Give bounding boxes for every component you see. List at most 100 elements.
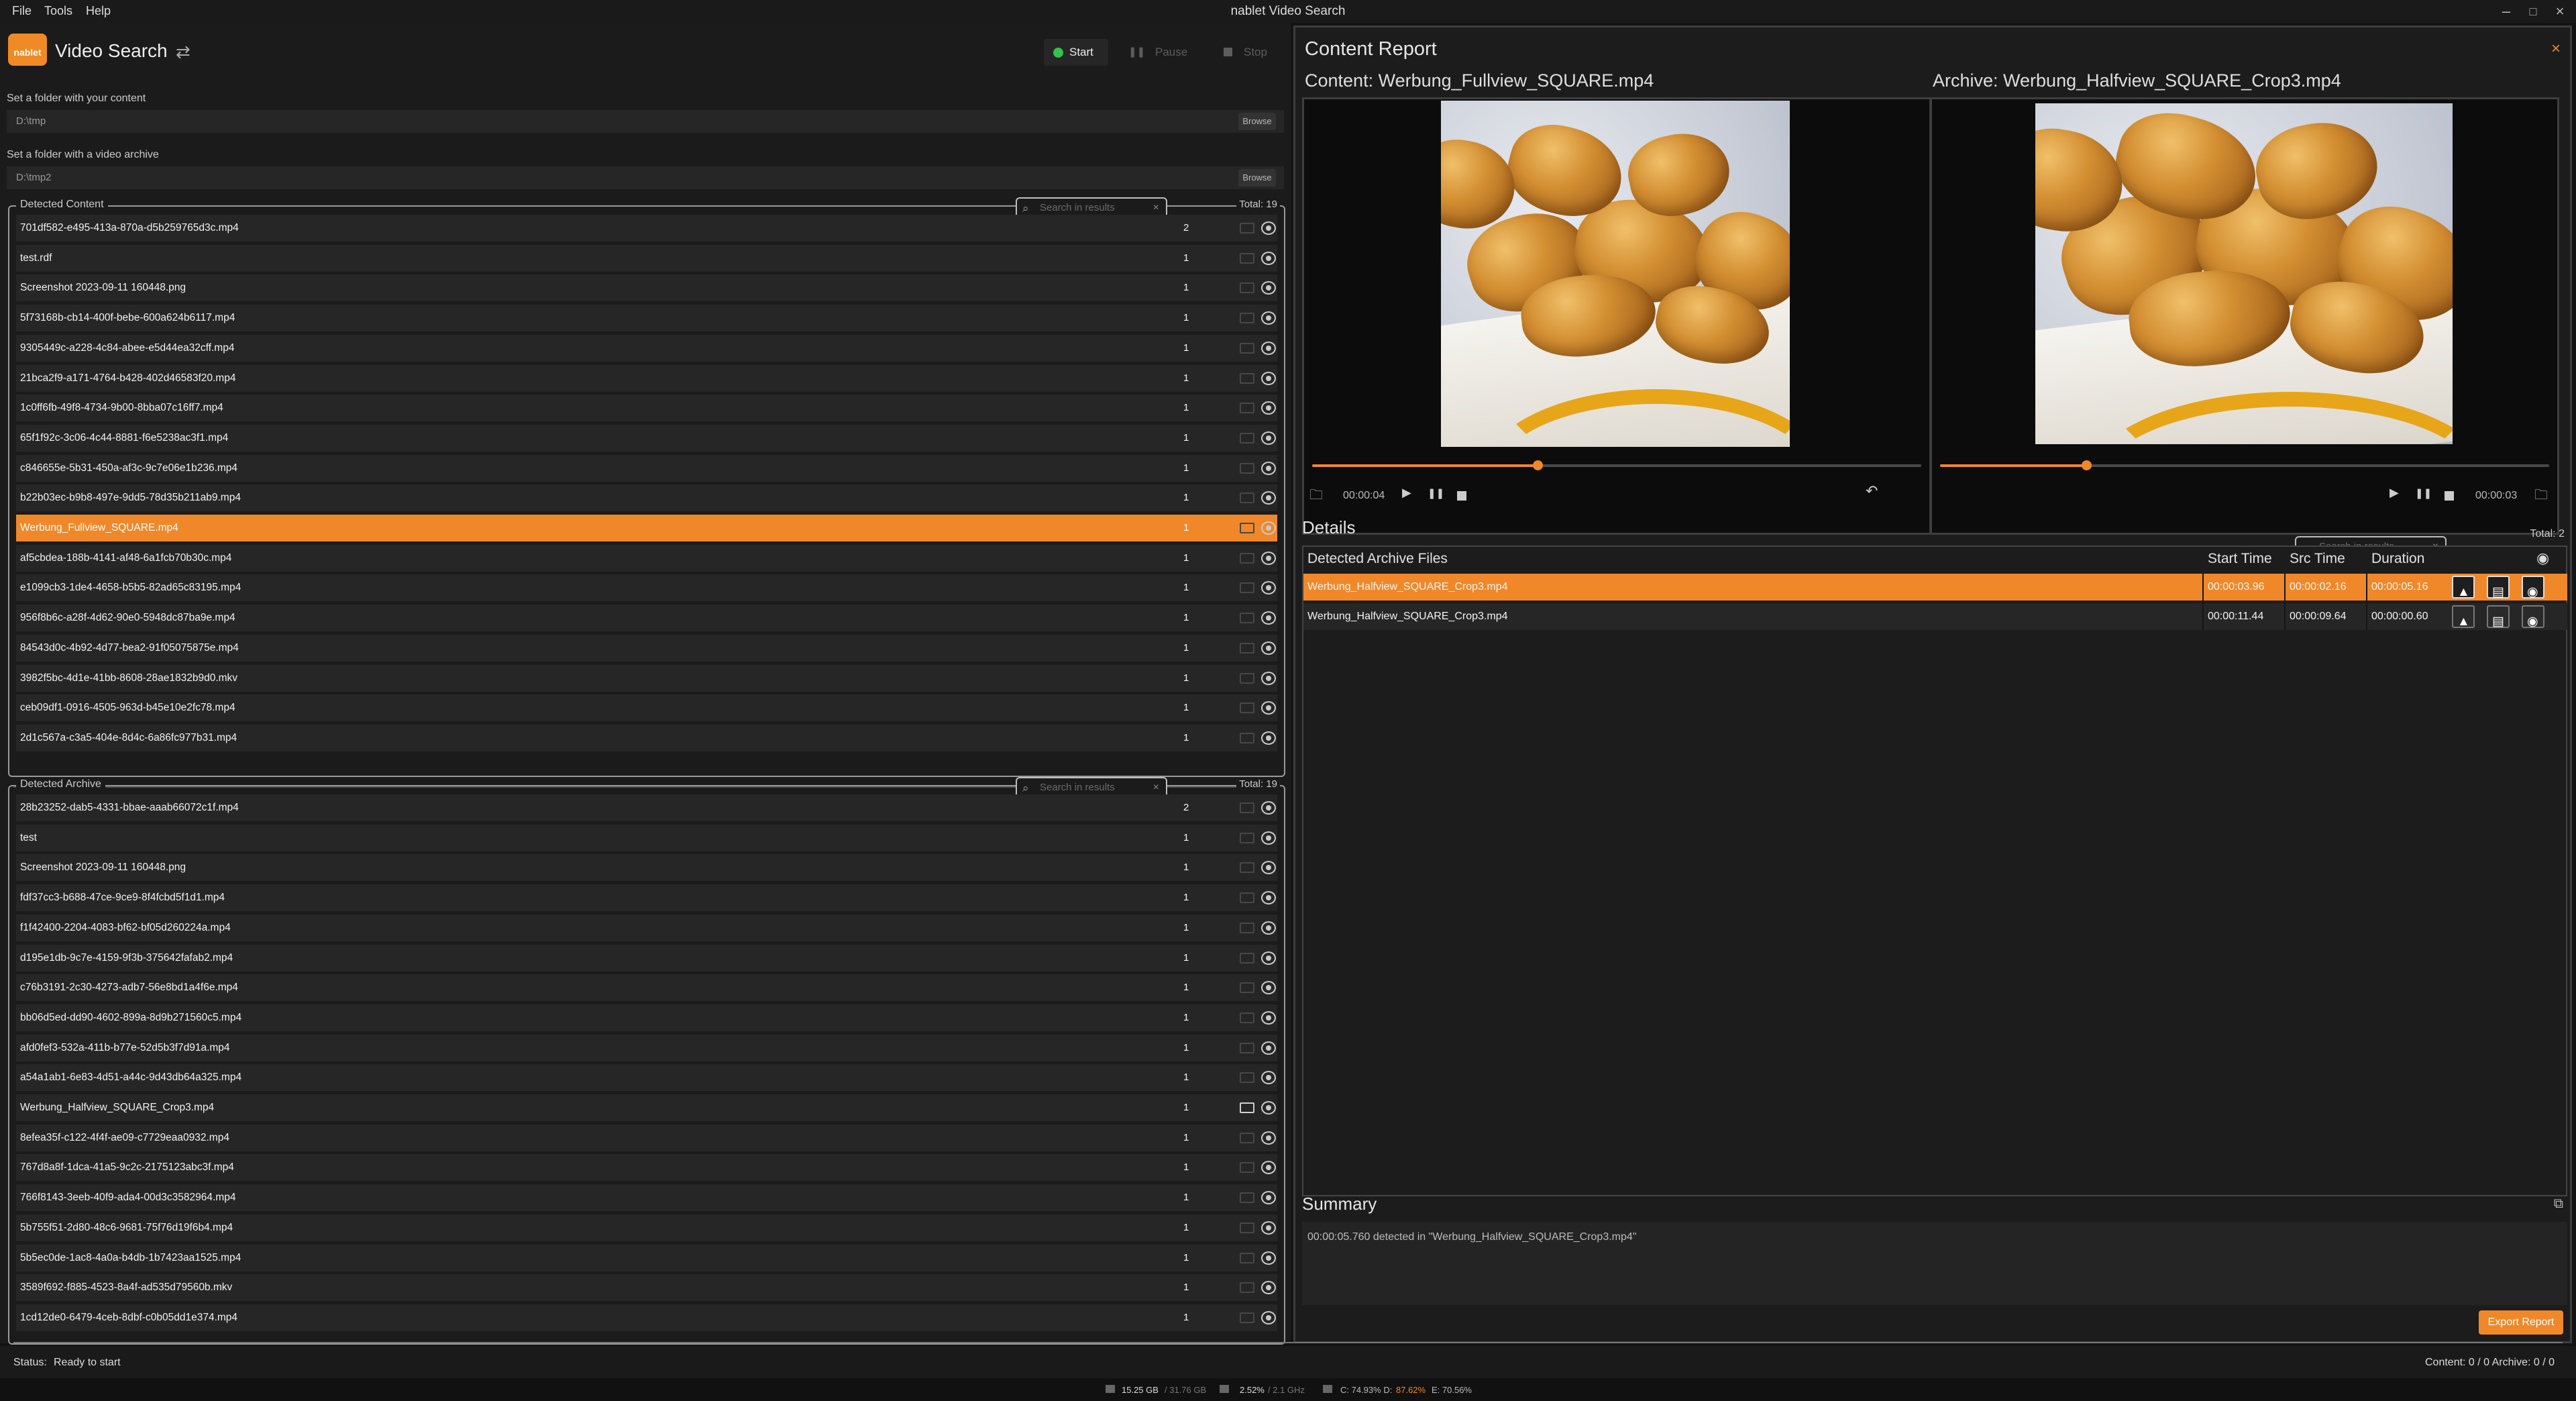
eye-icon[interactable] [1261,1161,1276,1175]
eye-icon[interactable] [1261,1281,1276,1295]
eye-icon[interactable] [1261,461,1276,475]
eye-icon[interactable] [1261,221,1276,235]
folder-icon[interactable] [1240,1312,1254,1323]
folder-icon[interactable] [1240,582,1254,594]
eye-icon[interactable] [1261,641,1276,655]
eye-icon[interactable] [1261,341,1276,355]
folder-icon[interactable] [1240,1102,1254,1113]
play-icon[interactable]: ▶ [1402,486,1411,500]
list-item[interactable]: 5f73168b-cb14-400f-bebe-600a624b6117.mp4… [16,305,1277,332]
folder-icon[interactable] [1240,862,1254,874]
list-item[interactable]: fdf37cc3-b688-47ce-9ce9-8f4fcbd5f1d1.mp4… [16,884,1277,912]
list-item[interactable]: af5cbdea-188b-4141-af48-6a1fcb70b30c.mp4… [16,544,1277,572]
table-row[interactable]: Werbung_Halfview_SQUARE_Crop3.mp4 00:00:0… [1303,574,2567,601]
list-item[interactable]: 701df582-e495-413a-870a-d5b259765d3c.mp4… [16,215,1277,242]
folder-icon[interactable] [1240,1252,1254,1263]
list-item[interactable]: 9305449c-a228-4c84-abee-e5d44ea32cff.mp4… [16,334,1277,362]
close-window-icon[interactable]: × [2546,1,2573,21]
maximize-icon[interactable]: □ [2520,1,2546,21]
list-item[interactable]: 766f8143-3eeb-40f9-ada4-00d3c3582964.mp4… [16,1184,1277,1212]
content-video-player[interactable]: 🗀 00:00:04 ▶ ❚❚ [1302,97,1931,535]
eye-icon[interactable]: ◉ [2522,605,2544,629]
eye-icon[interactable] [1261,1101,1276,1114]
folder-icon[interactable] [1240,802,1254,813]
folder-icon[interactable] [1240,462,1254,474]
list-item[interactable]: ceb09df1-0916-4505-963d-b45e10e2fc78.mp4… [16,694,1277,722]
eye-icon[interactable] [1261,1221,1276,1235]
report-icon[interactable]: ▤ [2487,576,2510,599]
folder-icon[interactable] [1240,252,1254,264]
list-item[interactable]: 3982f5bc-4d1e-41bb-8608-28ae1832b9d0.mkv… [16,664,1277,692]
folder-icon[interactable] [1240,892,1254,904]
list-item[interactable]: 767d8a8f-1dca-41a5-9c2c-2175123abc3f.mp4… [16,1154,1277,1182]
list-item[interactable]: 1cd12de0-6479-4ceb-8dbf-c0b05dd1e374.mp4… [16,1304,1277,1331]
col-detected-archive-files[interactable]: Detected Archive Files [1307,551,1448,567]
eye-icon[interactable] [1261,371,1276,385]
folder-icon[interactable] [1240,372,1254,384]
eye-icon[interactable] [1261,1251,1276,1265]
list-item[interactable]: test 1 [16,824,1277,851]
eye-icon[interactable] [1261,401,1276,415]
list-item[interactable]: Screenshot 2023-09-11 160448.png 1 [16,274,1277,302]
folder-icon[interactable] [1240,703,1254,714]
folder-icon[interactable] [1240,313,1254,324]
table-row[interactable]: Werbung_Halfview_SQUARE_Crop3.mp4 00:00:1… [1303,603,2567,630]
eye-icon[interactable] [1261,1310,1276,1325]
list-item[interactable]: 28b23252-dab5-4331-bbae-aaab66072c1f.mp4… [16,794,1277,821]
col-duration[interactable]: Duration [2371,551,2424,567]
folder-icon[interactable] [1240,342,1254,354]
eye-icon[interactable] [1261,431,1276,445]
list-item[interactable]: Werbung_Fullview_SQUARE.mp4 1 [16,515,1277,541]
archive-folder-field[interactable]: D:\tmp2 Browse [7,166,1284,189]
content-folder-field[interactable]: D:\tmp Browse [7,110,1284,133]
folder-icon[interactable] [1240,432,1254,444]
stop-icon[interactable] [1457,491,1466,501]
vlc-icon[interactable]: ▲ [2452,576,2475,599]
folder-icon[interactable] [1240,1192,1254,1204]
list-item[interactable]: 8efea35f-c122-4f4f-ae09-c7729eaa0932.mp4… [16,1124,1277,1151]
menu-help[interactable]: Help [86,4,111,18]
list-item[interactable]: c846655e-5b31-450a-af3c-9c7e06e1b236.mp4… [16,454,1277,482]
folder-icon[interactable] [1240,922,1254,933]
export-report-button[interactable]: Export Report [2479,1310,2563,1335]
list-item[interactable]: 84543d0c-4b92-4d77-bea2-91f05075875e.mp4… [16,634,1277,662]
archive-video-player[interactable]: ▶ ❚❚ 00:00:03 🗀 [1930,97,2559,535]
folder-icon[interactable]: 🗀 [1309,485,1323,508]
pause-icon[interactable]: ❚❚ [1428,487,1444,499]
eye-icon[interactable] [1261,921,1276,935]
folder-icon[interactable] [1240,1282,1254,1294]
folder-icon[interactable] [1240,613,1254,624]
eye-icon[interactable] [1261,251,1276,265]
folder-icon[interactable]: 🗀 [2534,485,2548,508]
folder-icon[interactable] [1240,492,1254,504]
content-browse-button[interactable]: Browse [1238,113,1276,130]
folder-icon[interactable] [1240,952,1254,964]
eye-icon[interactable] [1261,951,1276,965]
eye-icon[interactable] [1261,1041,1276,1055]
eye-icon[interactable] [1261,311,1276,325]
report-icon[interactable]: ▤ [2487,605,2510,629]
close-report-icon[interactable]: × [2551,40,2561,58]
folder-icon[interactable] [1240,832,1254,843]
eye-icon[interactable] [1261,701,1276,715]
eye-icon[interactable]: ◉ [2522,576,2544,599]
folder-icon[interactable] [1240,982,1254,994]
list-item[interactable]: Screenshot 2023-09-11 160448.png 1 [16,854,1277,882]
list-item[interactable]: 5b755f51-2d80-48c6-9681-75f76d19f6b4.mp4… [16,1214,1277,1241]
folder-icon[interactable] [1240,223,1254,234]
folder-icon[interactable] [1240,1162,1254,1174]
list-item[interactable]: 1c0ff6fb-49f8-4734-9b00-8bba07c16ff7.mp4… [16,395,1277,422]
folder-icon[interactable] [1240,1222,1254,1233]
list-item[interactable]: f1f42400-2204-4083-bf62-bf05d260224a.mp4… [16,914,1277,941]
archive-seek-slider[interactable] [1940,459,2549,471]
eye-icon[interactable] [1261,581,1276,595]
eye-icon[interactable] [1261,551,1276,565]
list-item[interactable]: afd0fef3-532a-411b-b77e-52d5b3f7d91a.mp4… [16,1034,1277,1061]
list-item[interactable]: 2d1c567a-c3a5-404e-8d4c-6a86fc977b31.mp4… [16,724,1277,751]
menu-file[interactable]: File [12,4,32,18]
eye-icon[interactable] [1261,891,1276,905]
list-item[interactable]: a54a1ab1-6e83-4d51-a44c-9d43db64a325.mp4… [16,1064,1277,1092]
menu-tools[interactable]: Tools [44,4,72,18]
list-item[interactable]: c76b3191-2c30-4273-adb7-56e8bd1a4f6e.mp4… [16,974,1277,1002]
play-icon[interactable]: ▶ [2390,486,2399,500]
